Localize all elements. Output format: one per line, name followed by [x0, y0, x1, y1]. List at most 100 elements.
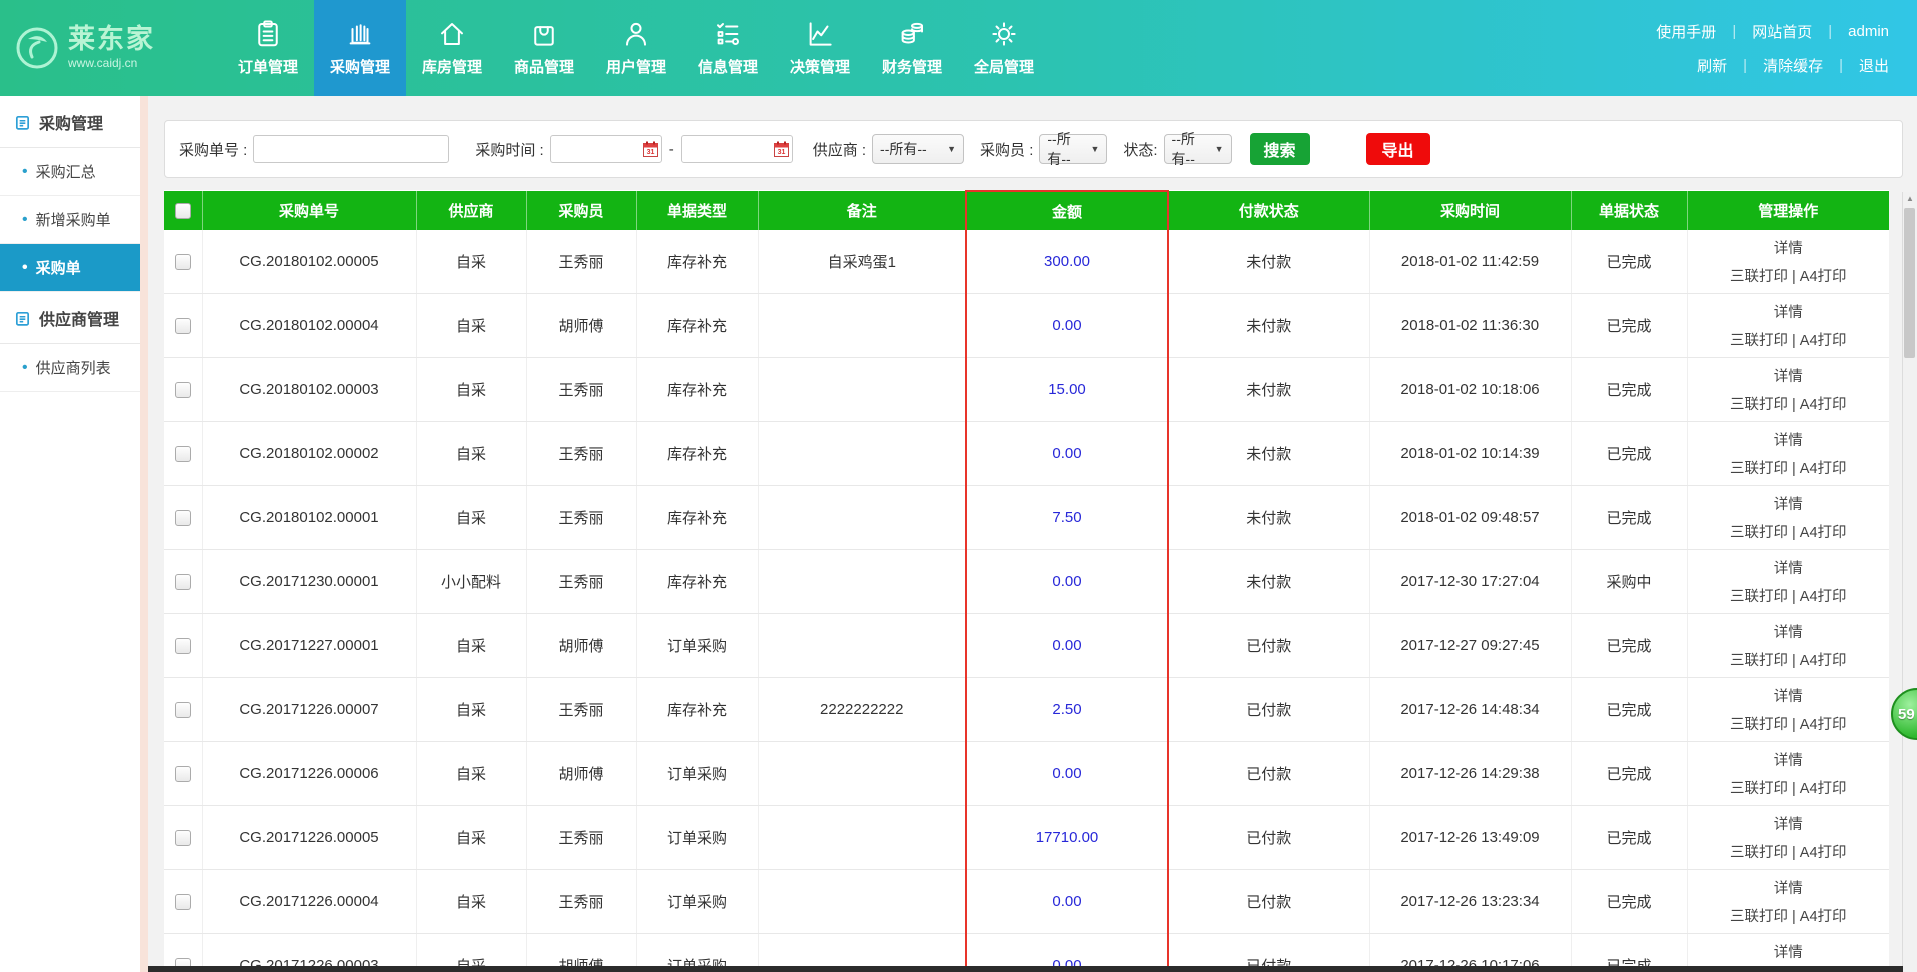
top-link[interactable]: 退出 [1859, 55, 1889, 76]
print-links[interactable]: 三联打印 | A4打印 [1692, 265, 1886, 286]
print-links[interactable]: 三联打印 | A4打印 [1692, 393, 1886, 414]
col-supplier: 供应商 [416, 191, 526, 230]
print-links[interactable]: 三联打印 | A4打印 [1692, 777, 1886, 798]
nav-tab-global[interactable]: 全局管理 [958, 0, 1050, 96]
calendar-icon[interactable]: 31 [774, 141, 789, 157]
sidebar-item[interactable]: •供应商列表 [0, 344, 140, 392]
detail-link[interactable]: 详情 [1692, 301, 1886, 322]
print-links[interactable]: 三联打印 | A4打印 [1692, 905, 1886, 926]
link-separator: | [1732, 23, 1736, 40]
print-links[interactable]: 三联打印 | A4打印 [1692, 329, 1886, 350]
print-links[interactable]: 三联打印 | A4打印 [1692, 649, 1886, 670]
time-separator: - [669, 141, 674, 158]
cell-remark [758, 358, 966, 422]
cell-status: 已完成 [1571, 230, 1687, 294]
row-checkbox[interactable] [175, 446, 191, 462]
detail-link[interactable]: 详情 [1692, 941, 1886, 962]
nav-tab-order[interactable]: 订单管理 [222, 0, 314, 96]
cell-actions: 详情 三联打印 | A4打印 [1687, 486, 1889, 550]
cell-time: 2017-12-26 14:29:38 [1369, 742, 1571, 806]
clipboard-icon [14, 114, 31, 131]
table-row: CG.20180102.00004 自采 胡师傅 库存补充 0.00 未付款 2… [164, 294, 1889, 358]
row-checkbox[interactable] [175, 574, 191, 590]
nav-tab-warehouse[interactable]: 库房管理 [406, 0, 498, 96]
detail-link[interactable]: 详情 [1692, 365, 1886, 386]
cell-status: 采购中 [1571, 550, 1687, 614]
detail-link[interactable]: 详情 [1692, 813, 1886, 834]
nav-tab-user[interactable]: 用户管理 [590, 0, 682, 96]
detail-link[interactable]: 详情 [1692, 621, 1886, 642]
detail-link[interactable]: 详情 [1692, 877, 1886, 898]
supplier-select[interactable]: --所有-- ▼ [872, 134, 964, 164]
cell-amount: 15.00 [966, 358, 1168, 422]
top-link[interactable]: 网站首页 [1752, 21, 1812, 42]
svg-text:31: 31 [646, 149, 654, 156]
scroll-up-icon[interactable]: ▲ [1903, 192, 1917, 206]
scrollbar-thumb[interactable] [1904, 208, 1915, 358]
nav-tab-purchase[interactable]: 采购管理 [314, 0, 406, 96]
cell-doc-type: 库存补充 [636, 486, 758, 550]
nav-tab-label: 商品管理 [514, 56, 574, 77]
row-checkbox[interactable] [175, 382, 191, 398]
sidebar-item[interactable]: •新增采购单 [0, 196, 140, 244]
top-link[interactable]: 刷新 [1697, 55, 1727, 76]
bullet-icon: • [22, 212, 28, 228]
cell-pay-status: 未付款 [1168, 230, 1369, 294]
top-link[interactable]: 清除缓存 [1763, 55, 1823, 76]
nav-tab-decision[interactable]: 决策管理 [774, 0, 866, 96]
brand-title: 莱东家 [68, 26, 155, 53]
search-button[interactable]: 搜索 [1250, 133, 1310, 165]
nav-tab-label: 库房管理 [422, 56, 482, 77]
cell-order-no: CG.20171226.00005 [202, 806, 416, 870]
top-link[interactable]: 使用手册 [1656, 21, 1716, 42]
top-link[interactable]: admin [1848, 23, 1889, 40]
main-nav: 订单管理采购管理库房管理 商品管理用户管理信息管理决策管理财务管理全局管理 [222, 0, 1050, 96]
cell-amount: 0.00 [966, 550, 1168, 614]
row-checkbox[interactable] [175, 254, 191, 270]
select-all-checkbox[interactable] [175, 203, 191, 219]
nav-tab-finance[interactable]: 财务管理 [866, 0, 958, 96]
row-checkbox[interactable] [175, 702, 191, 718]
detail-link[interactable]: 详情 [1692, 557, 1886, 578]
row-checkbox[interactable] [175, 318, 191, 334]
row-checkbox[interactable] [175, 894, 191, 910]
nav-tab-info[interactable]: 信息管理 [682, 0, 774, 96]
cell-actions: 详情 三联打印 | A4打印 [1687, 614, 1889, 678]
status-select[interactable]: --所有-- ▼ [1164, 134, 1232, 164]
cell-status: 已完成 [1571, 678, 1687, 742]
detail-link[interactable]: 详情 [1692, 429, 1886, 450]
vertical-scrollbar[interactable]: ▲ [1902, 192, 1917, 972]
calendar-icon[interactable]: 31 [643, 141, 658, 157]
detail-link[interactable]: 详情 [1692, 237, 1886, 258]
chevron-down-icon: ▼ [1090, 144, 1099, 154]
order-no-input[interactable] [253, 135, 449, 163]
row-checkbox[interactable] [175, 830, 191, 846]
order-no-label: 采购单号 : [179, 139, 247, 160]
detail-link[interactable]: 详情 [1692, 685, 1886, 706]
cell-amount: 2.50 [966, 678, 1168, 742]
purchase-table-body: CG.20180102.00005 自采 王秀丽 库存补充 自采鸡蛋1 300.… [164, 230, 1889, 972]
print-links[interactable]: 三联打印 | A4打印 [1692, 841, 1886, 862]
buyer-select[interactable]: --所有-- ▼ [1039, 134, 1107, 164]
row-checkbox[interactable] [175, 766, 191, 782]
detail-link[interactable]: 详情 [1692, 749, 1886, 770]
cell-supplier: 自采 [416, 678, 526, 742]
print-links[interactable]: 三联打印 | A4打印 [1692, 585, 1886, 606]
cell-buyer: 王秀丽 [526, 422, 636, 486]
horizontal-scrollbar[interactable] [148, 966, 1903, 972]
print-links[interactable]: 三联打印 | A4打印 [1692, 713, 1886, 734]
sidebar-item[interactable]: •采购单 [0, 244, 140, 292]
row-checkbox[interactable] [175, 510, 191, 526]
top-header: 莱东家 www.caidj.cn 订单管理采购管理库房管理商品管理用户管理信息管… [0, 0, 1917, 96]
sidebar-item[interactable]: •采购汇总 [0, 148, 140, 196]
main-content: 采购单号 : 采购时间 : 31 - 31 [148, 96, 1917, 972]
cell-time: 2017-12-27 09:27:45 [1369, 614, 1571, 678]
cell-supplier: 自采 [416, 358, 526, 422]
cell-time: 2018-01-02 11:36:30 [1369, 294, 1571, 358]
print-links[interactable]: 三联打印 | A4打印 [1692, 457, 1886, 478]
print-links[interactable]: 三联打印 | A4打印 [1692, 521, 1886, 542]
row-checkbox[interactable] [175, 638, 191, 654]
nav-tab-goods[interactable]: 商品管理 [498, 0, 590, 96]
detail-link[interactable]: 详情 [1692, 493, 1886, 514]
export-button[interactable]: 导出 [1366, 133, 1430, 165]
